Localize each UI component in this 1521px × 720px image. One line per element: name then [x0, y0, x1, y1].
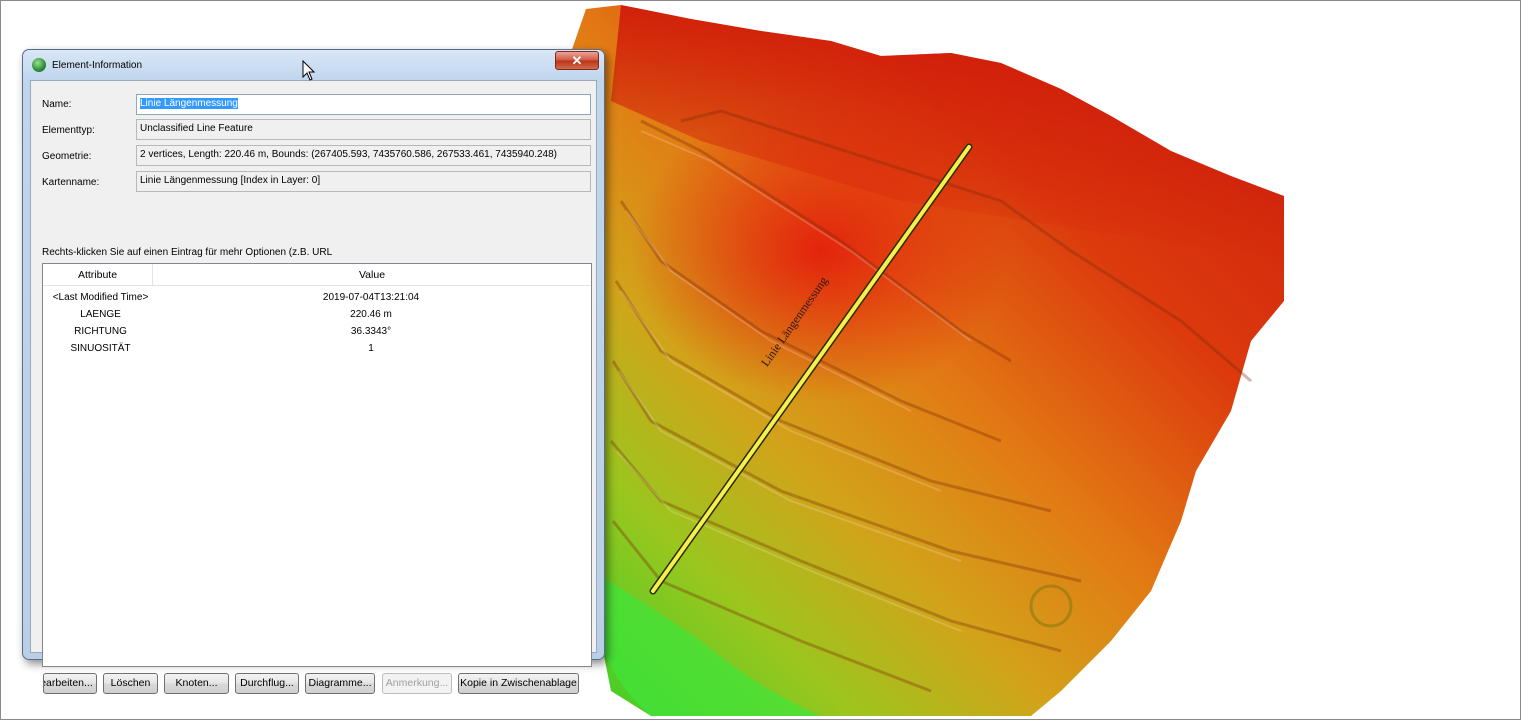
value-cell: 1 [368, 343, 374, 354]
elementtyp-field[interactable]: Unclassified Line Feature [136, 119, 591, 140]
column-header-value[interactable]: Value [153, 264, 591, 286]
name-field-value: Linie Längenmessung [140, 98, 238, 109]
kartenname-field[interactable]: Linie Längenmessung [Index in Layer: 0] [136, 171, 591, 192]
elementtyp-label: Elementtyp: [42, 125, 95, 136]
name-field[interactable]: Linie Längenmessung [136, 94, 591, 115]
name-label: Name: [42, 99, 72, 110]
mouse-cursor-icon [302, 60, 316, 81]
element-information-dialog: Element-Information ✕ Name: Linie Längen… [22, 49, 605, 694]
geometrie-label: Geometrie: [42, 151, 92, 162]
edit-button[interactable]: Bearbeiten... [43, 673, 97, 694]
table-row[interactable]: LAENGE 220.46 m [43, 306, 591, 323]
kartenname-label: Kartenname: [42, 177, 100, 188]
dialog-title: Element-Information [52, 60, 143, 71]
copy-to-clipboard-button[interactable]: Kopie in Zwischenablage [458, 673, 579, 694]
vertices-button[interactable]: Knoten... [164, 673, 229, 694]
flythrough-button[interactable]: Durchflug... [235, 673, 299, 694]
table-row[interactable]: <Last Modified Time> 2019-07-04T13:21:04 [43, 289, 591, 306]
delete-button[interactable]: Löschen [103, 673, 158, 694]
attribute-cell: LAENGE [80, 309, 121, 320]
geometrie-field[interactable]: 2 vertices, Length: 220.46 m, Bounds: (2… [136, 145, 591, 166]
dialog-content: Name: Linie Längenmessung Elementtyp: Un… [30, 80, 597, 694]
annotation-button[interactable]: Anmerkung... [382, 673, 452, 694]
table-row[interactable]: SINUOSITÄT 1 [43, 340, 591, 357]
table-row[interactable]: RICHTUNG 36.3343° [43, 323, 591, 340]
globe-app-icon [32, 58, 46, 72]
column-header-attribute[interactable]: Attribute [43, 264, 153, 286]
edit-button-label: Bearbeiten... [44, 677, 93, 689]
value-cell: 2019-07-04T13:21:04 [322, 292, 420, 303]
attribute-cell: RICHTUNG [74, 326, 127, 337]
value-cell: 36.3343° [350, 326, 392, 337]
attribute-table[interactable]: Attribute Value <Last Modified Time> 201… [42, 263, 592, 667]
context-menu-hint: Rechts-klicken Sie auf einen Eintrag für… [42, 247, 333, 258]
attribute-cell: <Last Modified Time> [52, 292, 149, 303]
value-cell: 220.46 m [350, 309, 392, 320]
charts-button[interactable]: Diagramme... [305, 673, 375, 694]
close-button[interactable]: ✕ [555, 51, 599, 70]
attribute-cell: SINUOSITÄT [70, 343, 131, 354]
